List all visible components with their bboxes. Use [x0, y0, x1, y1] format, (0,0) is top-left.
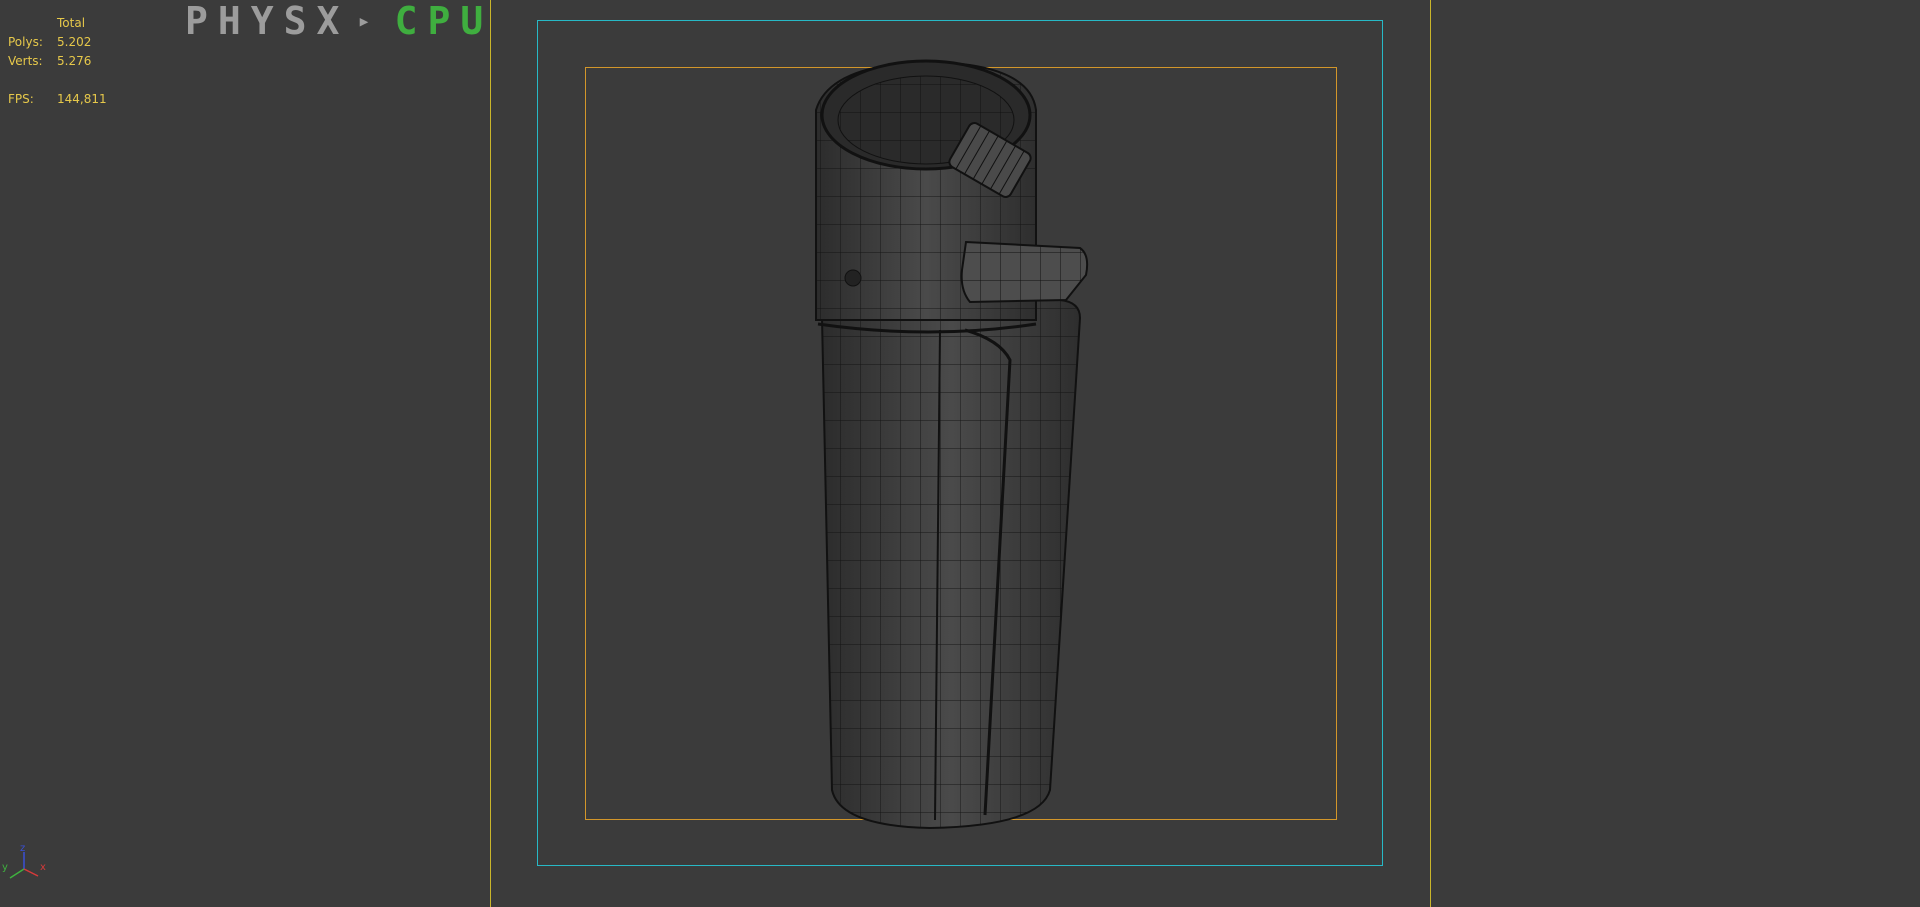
viewport[interactable]: Total Polys: 5.202 Verts: 5.276 FPS: 144… — [0, 0, 1920, 907]
axis-y-label: y — [2, 862, 8, 873]
axis-x-label: x — [40, 862, 46, 873]
axis-z-label: z — [20, 843, 26, 854]
axis-tripod-gizmo: z y x — [0, 843, 52, 890]
lighter-wireframe-model[interactable] — [0, 0, 1920, 907]
